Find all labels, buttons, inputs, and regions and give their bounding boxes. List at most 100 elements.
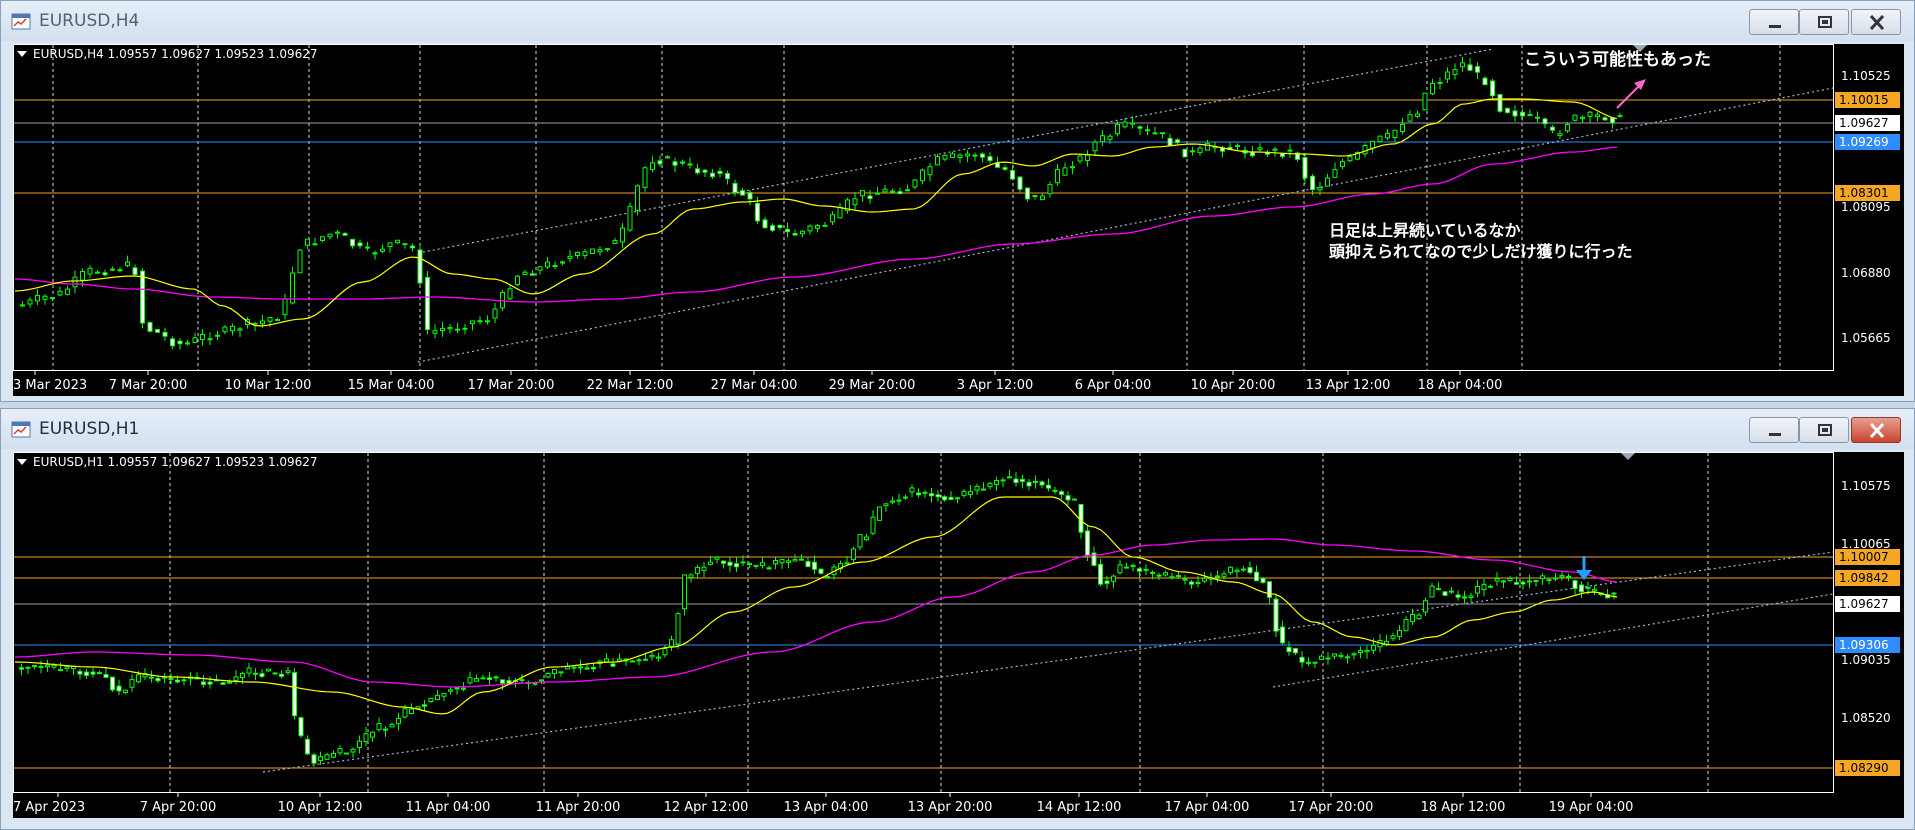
candle-body (222, 326, 228, 333)
candle-body (852, 198, 858, 206)
candle-body (155, 677, 161, 682)
candle-body (1482, 77, 1488, 86)
candle-body (45, 664, 50, 668)
candle-body (117, 269, 123, 272)
candle-body (1077, 155, 1083, 162)
candle-body (721, 560, 726, 564)
candle-body (320, 236, 325, 241)
titlebar[interactable]: EURUSD,H1 (1, 409, 1914, 449)
candle-body (27, 299, 33, 305)
time-axis-label: 6 Apr 04:00 (1075, 378, 1152, 393)
candle-body (1047, 184, 1053, 195)
candle-body (1221, 573, 1227, 577)
candle-body (950, 153, 955, 158)
candle-body (1115, 123, 1120, 135)
candle-body (1514, 582, 1519, 585)
price-chart-h4[interactable]: EURUSD,H4 1.09557 1.09627 1.09523 1.0962… (13, 44, 1904, 396)
chart-shift-marker (1621, 453, 1635, 460)
candle-body (1332, 653, 1337, 657)
candle-body (1362, 144, 1368, 155)
candle-body (1143, 568, 1149, 571)
price-chart-h1[interactable]: EURUSD,H1 1.09557 1.09627 1.09523 1.0962… (13, 452, 1904, 818)
close-button[interactable] (1851, 417, 1901, 443)
candle-body (755, 202, 760, 222)
candle-body (175, 679, 180, 683)
candle-body (912, 179, 918, 188)
candle-body (1550, 126, 1555, 131)
symbol-menu-icon (17, 459, 27, 465)
minimize-button[interactable] (1749, 417, 1799, 443)
candle-body (1055, 169, 1060, 184)
candle-body (965, 153, 970, 157)
price-tag-label: 1.09306 (1839, 638, 1889, 652)
candle-body (1535, 116, 1540, 119)
chart-area-h1[interactable]: EURUSD,H1 1.09557 1.09627 1.09523 1.0962… (13, 452, 1904, 818)
candle-body (1195, 581, 1201, 584)
chart-window-h4: EURUSD,H4 EURUSD,H4 1.09557 1.09627 1.09… (0, 0, 1915, 402)
candle-body (1592, 588, 1597, 592)
close-button[interactable] (1851, 9, 1901, 35)
trend-channel-line (1272, 593, 1834, 688)
candle-body (1130, 122, 1135, 125)
price-axis-label: 1.06880 (1841, 266, 1891, 280)
candle-body (448, 689, 453, 692)
candle-body (909, 487, 915, 493)
candle-body (604, 658, 609, 663)
restore-button[interactable] (1799, 417, 1849, 443)
plot-border (13, 452, 1834, 793)
candle-body (1566, 575, 1571, 578)
titlebar[interactable]: EURUSD,H4 (1, 1, 1914, 41)
candle-body (402, 243, 408, 246)
candle-body (1347, 156, 1353, 162)
time-axis-label: 15 Mar 04:00 (348, 378, 435, 393)
candle-body (1460, 62, 1465, 68)
fast-moving-average (14, 98, 1618, 327)
candle-body (1107, 135, 1113, 140)
candle-body (1429, 585, 1435, 598)
candle-body (957, 154, 963, 158)
candle-body (1176, 575, 1181, 578)
minimize-icon (1769, 25, 1781, 28)
symbol-menu-icon (17, 51, 27, 57)
candle-body (1407, 114, 1413, 122)
candle-body (770, 225, 775, 231)
candle-body (477, 320, 483, 323)
candle-body (1416, 614, 1422, 620)
price-tag-label: 1.10007 (1839, 550, 1889, 564)
candle-body (575, 251, 580, 256)
candle-body (571, 666, 577, 669)
candle-body (627, 205, 633, 231)
candle-body (972, 154, 978, 157)
candle-body (200, 334, 205, 341)
candle-body (474, 678, 479, 682)
candle-body (1494, 578, 1500, 582)
candle-body (363, 733, 369, 743)
candle-body (1520, 581, 1526, 585)
candle-body (155, 329, 160, 333)
candle-body (87, 267, 93, 275)
candle-body (1062, 167, 1068, 176)
minimize-icon (1769, 433, 1781, 436)
close-icon (1869, 14, 1885, 31)
candle-body (974, 485, 980, 491)
candle-body (688, 574, 694, 578)
candle-body (777, 224, 783, 228)
restore-button[interactable] (1799, 9, 1849, 35)
candle-body (318, 756, 323, 761)
candle-body (409, 708, 414, 714)
minimize-button[interactable] (1749, 9, 1799, 35)
chart-area-h4[interactable]: EURUSD,H4 1.09557 1.09627 1.09523 1.0962… (13, 44, 1904, 396)
candle-body (1197, 147, 1203, 153)
candle-body (935, 155, 940, 166)
time-axis-label: 17 Mar 20:00 (468, 378, 555, 393)
price-tag-label: 1.09269 (1839, 135, 1889, 149)
candle-body (292, 672, 297, 717)
price-axis-label: 1.10065 (1841, 537, 1891, 551)
time-axis-label: 7 Apr 20:00 (140, 800, 217, 815)
candle-body (807, 225, 813, 232)
candle-body (610, 663, 616, 667)
candle-body (1345, 656, 1350, 659)
candle-body (815, 225, 820, 229)
price-tag-label: 1.08290 (1839, 761, 1889, 775)
candle-body (357, 740, 362, 748)
